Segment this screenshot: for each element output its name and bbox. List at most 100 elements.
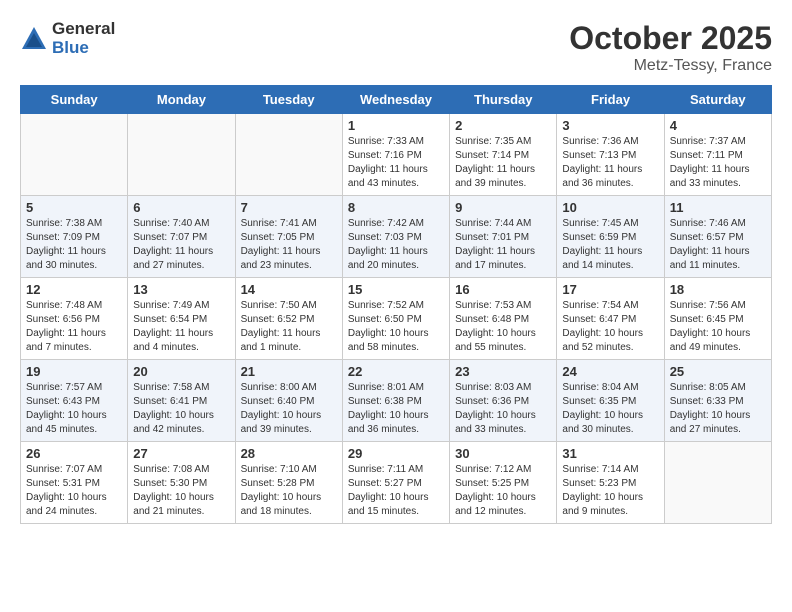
day-number: 14 [241, 282, 337, 297]
calendar-cell: 31 Sunrise: 7:14 AM Sunset: 5:23 PM Dayli… [557, 442, 664, 524]
day-number: 27 [133, 446, 229, 461]
day-number: 7 [241, 200, 337, 215]
day-number: 18 [670, 282, 766, 297]
day-info: Sunrise: 7:44 AM Sunset: 7:01 PM Dayligh… [455, 217, 551, 273]
calendar-cell: 27 Sunrise: 7:08 AM Sunset: 5:30 PM Dayli… [128, 442, 235, 524]
day-info: Sunrise: 7:45 AM Sunset: 6:59 PM Dayligh… [562, 217, 658, 273]
day-info: Sunrise: 7:36 AM Sunset: 7:13 PM Dayligh… [562, 135, 658, 191]
calendar-week-row: 1 Sunrise: 7:33 AM Sunset: 7:16 PM Daylig… [21, 114, 772, 196]
day-number: 4 [670, 118, 766, 133]
calendar-cell: 26Sunrise: 7:07 AM Sunset: 5:31 PM Dayli… [21, 442, 128, 524]
day-number: 6 [133, 200, 229, 215]
calendar-cell: 5 Sunrise: 7:38 AM Sunset: 7:09 PM Daylig… [21, 196, 128, 278]
day-info: Sunrise: 8:00 AM Sunset: 6:40 PM Dayligh… [241, 381, 337, 437]
day-number: 25 [670, 364, 766, 379]
day-info: Sunrise: 7:56 AM Sunset: 6:45 PM Dayligh… [670, 299, 766, 355]
day-info: Sunrise: 7:10 AM Sunset: 5:28 PM Dayligh… [241, 463, 337, 519]
day-number: 15 [348, 282, 444, 297]
day-number: 10 [562, 200, 658, 215]
day-info: Sunrise: 7:08 AM Sunset: 5:30 PM Dayligh… [133, 463, 229, 519]
calendar-cell: 10 Sunrise: 7:45 AM Sunset: 6:59 PM Dayli… [557, 196, 664, 278]
day-info: Sunrise: 7:53 AM Sunset: 6:48 PM Dayligh… [455, 299, 551, 355]
day-info: Sunrise: 7:46 AM Sunset: 6:57 PM Dayligh… [670, 217, 766, 273]
calendar-cell: 1 Sunrise: 7:33 AM Sunset: 7:16 PM Daylig… [342, 114, 449, 196]
calendar-cell [664, 442, 771, 524]
location-title: Metz-Tessy, France [569, 57, 772, 75]
day-number: 29 [348, 446, 444, 461]
calendar-cell: 7 Sunrise: 7:41 AM Sunset: 7:05 PM Daylig… [235, 196, 342, 278]
day-number: 9 [455, 200, 551, 215]
calendar-cell [235, 114, 342, 196]
logo-blue-text: Blue [52, 39, 115, 58]
day-info: Sunrise: 7:41 AM Sunset: 7:05 PM Dayligh… [241, 217, 337, 273]
calendar-week-row: 5 Sunrise: 7:38 AM Sunset: 7:09 PM Daylig… [21, 196, 772, 278]
day-number: 1 [348, 118, 444, 133]
calendar-cell: 24 Sunrise: 8:04 AM Sunset: 6:35 PM Dayli… [557, 360, 664, 442]
day-number: 2 [455, 118, 551, 133]
day-number: 24 [562, 364, 658, 379]
day-info: Sunrise: 7:12 AM Sunset: 5:25 PM Dayligh… [455, 463, 551, 519]
day-info: Sunrise: 7:57 AM Sunset: 6:43 PM Dayligh… [26, 381, 122, 437]
day-info: Sunrise: 7:40 AM Sunset: 7:07 PM Dayligh… [133, 217, 229, 273]
day-number: 21 [241, 364, 337, 379]
col-monday: Monday [128, 86, 235, 114]
logo-icon [20, 25, 48, 53]
day-info: Sunrise: 7:38 AM Sunset: 7:09 PM Dayligh… [26, 217, 122, 273]
calendar-cell: 4 Sunrise: 7:37 AM Sunset: 7:11 PM Daylig… [664, 114, 771, 196]
calendar-cell: 11Sunrise: 7:46 AM Sunset: 6:57 PM Dayli… [664, 196, 771, 278]
calendar-cell: 23 Sunrise: 8:03 AM Sunset: 6:36 PM Dayli… [450, 360, 557, 442]
col-tuesday: Tuesday [235, 86, 342, 114]
calendar-cell: 16Sunrise: 7:53 AM Sunset: 6:48 PM Dayli… [450, 278, 557, 360]
day-info: Sunrise: 8:05 AM Sunset: 6:33 PM Dayligh… [670, 381, 766, 437]
day-info: Sunrise: 7:48 AM Sunset: 6:56 PM Dayligh… [26, 299, 122, 355]
calendar-week-row: 12Sunrise: 7:48 AM Sunset: 6:56 PM Dayli… [21, 278, 772, 360]
day-info: Sunrise: 8:03 AM Sunset: 6:36 PM Dayligh… [455, 381, 551, 437]
day-number: 31 [562, 446, 658, 461]
calendar-table: Sunday Monday Tuesday Wednesday Thursday… [20, 85, 772, 524]
page-header: General Blue October 2025 Metz-Tessy, Fr… [20, 20, 772, 75]
calendar-header-row: Sunday Monday Tuesday Wednesday Thursday… [21, 86, 772, 114]
calendar-cell: 20Sunrise: 7:58 AM Sunset: 6:41 PM Dayli… [128, 360, 235, 442]
calendar-cell [21, 114, 128, 196]
calendar-cell: 25 Sunrise: 8:05 AM Sunset: 6:33 PM Dayli… [664, 360, 771, 442]
logo: General Blue [20, 20, 115, 57]
day-info: Sunrise: 7:11 AM Sunset: 5:27 PM Dayligh… [348, 463, 444, 519]
calendar-cell: 28 Sunrise: 7:10 AM Sunset: 5:28 PM Dayli… [235, 442, 342, 524]
calendar-week-row: 26Sunrise: 7:07 AM Sunset: 5:31 PM Dayli… [21, 442, 772, 524]
day-number: 23 [455, 364, 551, 379]
day-info: Sunrise: 7:35 AM Sunset: 7:14 PM Dayligh… [455, 135, 551, 191]
day-number: 30 [455, 446, 551, 461]
logo-general-text: General [52, 20, 115, 39]
day-info: Sunrise: 8:04 AM Sunset: 6:35 PM Dayligh… [562, 381, 658, 437]
col-saturday: Saturday [664, 86, 771, 114]
day-info: Sunrise: 7:49 AM Sunset: 6:54 PM Dayligh… [133, 299, 229, 355]
day-number: 20 [133, 364, 229, 379]
col-sunday: Sunday [21, 86, 128, 114]
day-number: 5 [26, 200, 122, 215]
calendar-cell: 2 Sunrise: 7:35 AM Sunset: 7:14 PM Daylig… [450, 114, 557, 196]
day-info: Sunrise: 7:33 AM Sunset: 7:16 PM Dayligh… [348, 135, 444, 191]
day-info: Sunrise: 7:52 AM Sunset: 6:50 PM Dayligh… [348, 299, 444, 355]
calendar-cell: 21 Sunrise: 8:00 AM Sunset: 6:40 PM Dayli… [235, 360, 342, 442]
col-wednesday: Wednesday [342, 86, 449, 114]
day-info: Sunrise: 7:37 AM Sunset: 7:11 PM Dayligh… [670, 135, 766, 191]
day-number: 22 [348, 364, 444, 379]
calendar-cell: 8 Sunrise: 7:42 AM Sunset: 7:03 PM Daylig… [342, 196, 449, 278]
month-title: October 2025 [569, 20, 772, 57]
calendar-cell: 15 Sunrise: 7:52 AM Sunset: 6:50 PM Dayli… [342, 278, 449, 360]
day-number: 28 [241, 446, 337, 461]
calendar-cell: 29 Sunrise: 7:11 AM Sunset: 5:27 PM Dayli… [342, 442, 449, 524]
calendar-cell: 9 Sunrise: 7:44 AM Sunset: 7:01 PM Daylig… [450, 196, 557, 278]
calendar-cell [128, 114, 235, 196]
calendar-cell: 17Sunrise: 7:54 AM Sunset: 6:47 PM Dayli… [557, 278, 664, 360]
calendar-cell: 6 Sunrise: 7:40 AM Sunset: 7:07 PM Daylig… [128, 196, 235, 278]
day-info: Sunrise: 7:42 AM Sunset: 7:03 PM Dayligh… [348, 217, 444, 273]
day-info: Sunrise: 7:14 AM Sunset: 5:23 PM Dayligh… [562, 463, 658, 519]
col-friday: Friday [557, 86, 664, 114]
day-number: 17 [562, 282, 658, 297]
calendar-week-row: 19Sunrise: 7:57 AM Sunset: 6:43 PM Dayli… [21, 360, 772, 442]
day-number: 8 [348, 200, 444, 215]
calendar-cell: 22Sunrise: 8:01 AM Sunset: 6:38 PM Dayli… [342, 360, 449, 442]
calendar-cell: 12Sunrise: 7:48 AM Sunset: 6:56 PM Dayli… [21, 278, 128, 360]
day-info: Sunrise: 7:50 AM Sunset: 6:52 PM Dayligh… [241, 299, 337, 355]
